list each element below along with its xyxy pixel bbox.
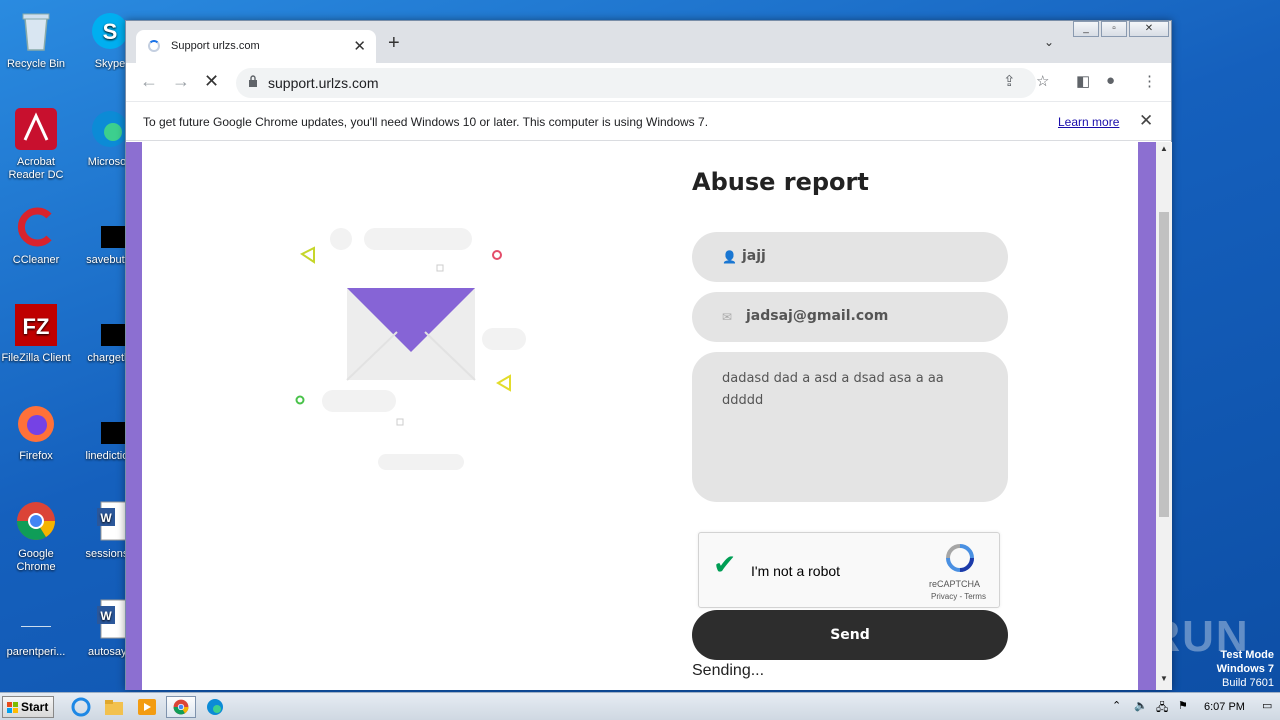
new-tab-icon[interactable]: +	[388, 32, 400, 55]
edge-icon[interactable]	[204, 697, 226, 717]
internet-explorer-icon[interactable]	[70, 697, 92, 717]
recycle-bin-icon	[13, 8, 59, 54]
scrollbar-thumb[interactable]	[1159, 212, 1169, 517]
desktop-icon-acrobat[interactable]: Acrobat Reader DC	[0, 106, 72, 182]
minimize-icon[interactable]: _	[1073, 21, 1099, 37]
scroll-up-icon[interactable]: ▲	[1160, 144, 1168, 153]
loading-spinner-icon	[148, 40, 160, 52]
window-controls: _ ▫ ✕	[1073, 21, 1169, 37]
status-text: Sending...	[692, 662, 765, 679]
desktop-icon-recycle-bin[interactable]: Recycle Bin	[0, 8, 72, 71]
browser-window: Support urlzs.com ✕ + ⌄ _ ▫ ✕ ← → ✕ supp…	[125, 20, 1172, 690]
captcha-brand: reCAPTCHA	[929, 579, 981, 589]
desktop-icon-chrome[interactable]: Google Chrome	[0, 498, 72, 574]
desktop-icon-filezilla[interactable]: FZ FileZilla Client	[0, 302, 72, 365]
kebab-menu-icon[interactable]: ⋮	[1142, 72, 1157, 90]
desktop-icon-parentperi[interactable]: parentperi...	[0, 596, 72, 659]
maximize-icon[interactable]: ▫	[1101, 21, 1127, 37]
side-panel-icon[interactable]: ◧	[1076, 72, 1090, 90]
clock[interactable]: 6:07 PM	[1204, 701, 1245, 713]
tab-close-icon[interactable]: ✕	[353, 37, 366, 55]
svg-text:FZ: FZ	[23, 314, 50, 339]
system-tray: ⌃ 🔈 🖧 ⚑ 6:07 PM ▭	[1104, 695, 1280, 719]
svg-text:S: S	[103, 19, 118, 44]
recaptcha-widget: ✔ I'm not a robot reCAPTCHA Privacy - Te…	[698, 532, 1000, 608]
page-viewport: Abuse report 👤 jajj ✉ jadsaj@gmail.com d…	[126, 142, 1156, 690]
url-text: support.urlzs.com	[268, 75, 379, 91]
file-icon	[13, 596, 59, 642]
stop-loading-icon[interactable]: ✕	[204, 71, 219, 92]
show-hidden-icons-icon[interactable]: ⌃	[1112, 699, 1121, 712]
envelope-illustration	[292, 222, 552, 482]
message-textarea[interactable]: dadasd dad a asd a dsad asa a aa ddddd	[692, 352, 1008, 502]
taskbar: Start ⌃ 🔈 🖧 ⚑ 6:07 PM ▭	[0, 692, 1280, 720]
tab-strip: Support urlzs.com ✕ + ⌄ _ ▫ ✕	[126, 21, 1171, 63]
mail-icon	[295, 246, 511, 426]
desktop-icon-firefox[interactable]: Firefox	[0, 400, 72, 463]
filezilla-icon: FZ	[13, 302, 59, 348]
envelope-icon: ✉	[722, 310, 733, 324]
acrobat-icon	[13, 106, 59, 152]
page-content: Abuse report 👤 jajj ✉ jadsaj@gmail.com d…	[142, 142, 1138, 690]
browser-tab[interactable]: Support urlzs.com ✕	[136, 30, 376, 63]
chrome-taskbar-button[interactable]	[166, 696, 196, 718]
captcha-terms-link[interactable]: Privacy - Terms	[931, 592, 986, 601]
name-field[interactable]: 👤 jajj	[692, 232, 1008, 282]
chrome-icon	[13, 498, 59, 544]
infobar-close-icon[interactable]: ✕	[1139, 111, 1153, 131]
tab-title: Support urlzs.com	[171, 40, 260, 52]
svg-text:W: W	[100, 511, 112, 525]
action-center-flag-icon[interactable]: ⚑	[1178, 699, 1188, 712]
address-bar[interactable]: support.urlzs.com	[236, 68, 1036, 98]
learn-more-link[interactable]: Learn more	[1058, 115, 1119, 129]
browser-toolbar: ← → ✕ support.urlzs.com ⇪ ☆ ◧ ● ⋮	[126, 63, 1171, 101]
windows-logo-icon	[7, 702, 18, 713]
send-button[interactable]: Send	[692, 610, 1008, 660]
svg-text:W: W	[100, 609, 112, 623]
page-title: Abuse report	[692, 168, 869, 196]
chrome-icon	[173, 699, 189, 715]
checkmark-icon[interactable]: ✔	[713, 551, 736, 579]
lock-icon	[249, 75, 257, 87]
tab-search-chevron-icon[interactable]: ⌄	[1044, 35, 1054, 49]
captcha-label: I'm not a robot	[751, 563, 841, 579]
media-player-icon[interactable]	[136, 697, 158, 717]
bookmark-star-icon[interactable]: ☆	[1036, 72, 1049, 90]
share-icon[interactable]: ⇪	[1003, 72, 1016, 90]
test-mode-notice: Test Mode Windows 7 Build 7601	[1216, 649, 1274, 689]
user-icon: 👤	[722, 250, 737, 264]
file-explorer-icon[interactable]	[103, 697, 125, 717]
desktop-icon-ccleaner[interactable]: CCleaner	[0, 204, 72, 267]
update-infobar: To get future Google Chrome updates, you…	[126, 101, 1171, 141]
close-window-icon[interactable]: ✕	[1129, 21, 1169, 37]
email-field[interactable]: ✉ jadsaj@gmail.com	[692, 292, 1008, 342]
start-button[interactable]: Start	[2, 696, 54, 718]
profile-avatar-icon[interactable]: ●	[1106, 72, 1115, 89]
recaptcha-logo-icon	[946, 544, 974, 572]
scroll-down-icon[interactable]: ▼	[1160, 674, 1168, 683]
back-arrow-icon[interactable]: ←	[140, 71, 158, 92]
volume-icon[interactable]: 🔈	[1134, 699, 1148, 712]
show-desktop-icon[interactable]: ▭	[1262, 699, 1272, 712]
infobar-message: To get future Google Chrome updates, you…	[143, 115, 709, 129]
ccleaner-icon	[13, 204, 59, 250]
forward-arrow-icon[interactable]: →	[172, 71, 190, 92]
network-icon[interactable]: 🖧	[1156, 699, 1168, 718]
firefox-icon	[13, 400, 59, 446]
page-scrollbar[interactable]: ▲ ▼	[1156, 142, 1172, 690]
